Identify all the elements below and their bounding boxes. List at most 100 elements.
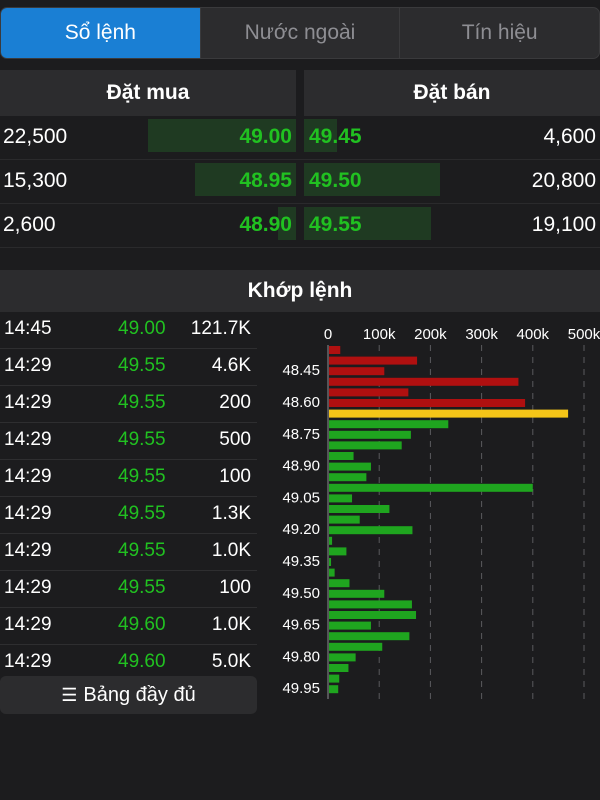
trade-row[interactable]: 14:29 49.55 1.0K — [0, 534, 257, 571]
ask-volume: 4,600 — [543, 125, 596, 148]
tab-signals[interactable]: Tín hiệu — [399, 8, 599, 58]
y-tick-label: 49.65 — [282, 617, 320, 634]
bid-price: 48.95 — [239, 169, 292, 192]
trade-row[interactable]: 14:29 49.55 1.3K — [0, 497, 257, 534]
tab-foreign[interactable]: Nước ngoài — [199, 8, 400, 58]
bid-volume: 2,600 — [3, 213, 56, 236]
trade-volume: 1.0K — [211, 540, 251, 561]
x-tick-label: 400k — [517, 326, 550, 343]
volume-bar — [329, 356, 418, 365]
volume-bar — [329, 536, 333, 545]
volume-bar — [329, 452, 354, 460]
y-tick-label: 49.80 — [282, 648, 320, 665]
list-icon: ☰ — [61, 684, 78, 705]
ask-cell[interactable]: 49.45 4,600 — [304, 116, 600, 158]
y-tick-label: 49.50 — [282, 585, 320, 602]
trade-list: 14:45 49.00 121.7K 14:29 49.55 4.6K 14:29 49.… — [0, 312, 257, 682]
trade-time: 14:29 — [4, 577, 52, 598]
volume-bar — [329, 462, 371, 471]
trade-volume: 500 — [219, 429, 251, 450]
y-tick-label: 49.95 — [282, 680, 320, 697]
full-table-label: Bảng đầy đủ — [83, 683, 196, 706]
y-tick-label: 49.05 — [282, 489, 320, 506]
volume-bar — [329, 346, 341, 354]
order-book-row: 22,500 49.00 49.45 4,600 — [0, 116, 600, 160]
bid-header: Đặt mua — [0, 70, 296, 116]
volume-bar — [329, 494, 353, 503]
volume-bar — [329, 621, 371, 630]
volume-bar — [329, 558, 332, 566]
trade-price: 49.55 — [118, 503, 166, 524]
bid-cell[interactable]: 2,600 48.90 — [0, 204, 296, 246]
bid-price: 48.90 — [239, 213, 292, 236]
volume-bar — [329, 568, 335, 577]
x-tick-label: 500k — [568, 326, 600, 343]
trade-price: 49.55 — [118, 355, 166, 376]
trade-price: 49.00 — [118, 318, 166, 339]
trade-row[interactable]: 14:29 49.55 200 — [0, 386, 257, 423]
volume-bar — [329, 589, 385, 598]
trade-row[interactable]: 14:29 49.55 100 — [0, 460, 257, 497]
trade-time: 14:45 — [4, 318, 52, 339]
trade-volume: 121.7K — [190, 318, 251, 339]
y-tick-label: 49.35 — [282, 553, 320, 570]
volume-bar — [329, 579, 350, 588]
ask-price: 49.50 — [309, 169, 362, 192]
volume-profile-chart: 0 100k 200k 300k 400k 500k 48.45 48.60 48.75 48.9… — [282, 326, 600, 699]
volume-bar — [329, 526, 413, 535]
trade-row[interactable]: 14:45 49.00 121.7K — [0, 312, 257, 349]
ask-price: 49.45 — [309, 125, 362, 148]
y-tick-label: 48.90 — [282, 458, 320, 475]
order-book-row: 15,300 48.95 49.50 20,800 — [0, 160, 600, 204]
trade-volume: 100 — [219, 466, 251, 487]
trade-row[interactable]: 14:29 49.55 500 — [0, 423, 257, 460]
ask-cell[interactable]: 49.55 19,100 — [304, 204, 600, 246]
volume-bar — [329, 664, 349, 672]
tab-bar: Sổ lệnh Nước ngoài Tín hiệu — [0, 7, 600, 59]
trade-row[interactable]: 14:29 49.55 100 — [0, 571, 257, 608]
matching-header: Khớp lệnh — [0, 270, 600, 312]
bid-cell[interactable]: 22,500 49.00 — [0, 116, 296, 158]
trade-price: 49.55 — [118, 540, 166, 561]
ask-price: 49.55 — [309, 213, 362, 236]
order-book: Đặt mua Đặt bán 22,500 49.00 49.45 4,600… — [0, 70, 600, 248]
ask-header: Đặt bán — [304, 70, 600, 116]
trade-price: 49.55 — [118, 392, 166, 413]
volume-bar — [329, 653, 356, 662]
trade-time: 14:29 — [4, 614, 52, 635]
trade-time: 14:29 — [4, 540, 52, 561]
ask-volume: 20,800 — [531, 169, 596, 192]
trade-price: 49.55 — [118, 429, 166, 450]
x-tick-label: 100k — [363, 326, 396, 343]
x-tick-label: 300k — [465, 326, 498, 343]
trade-volume: 1.3K — [211, 503, 251, 524]
trade-price: 49.55 — [118, 466, 166, 487]
x-tick-label: 200k — [414, 326, 447, 343]
volume-bar — [329, 600, 412, 609]
trade-time: 14:29 — [4, 429, 52, 450]
volume-bar — [329, 547, 347, 556]
y-tick-label: 49.20 — [282, 521, 320, 538]
y-tick-label: 48.60 — [282, 394, 320, 411]
volume-bar — [329, 483, 533, 492]
trade-volume: 1.0K — [211, 614, 251, 635]
trade-row[interactable]: 14:29 49.60 1.0K — [0, 608, 257, 645]
tab-order-book[interactable]: Sổ lệnh — [1, 8, 200, 58]
ask-cell[interactable]: 49.50 20,800 — [304, 160, 600, 202]
volume-bar — [329, 473, 367, 482]
full-table-button[interactable]: ☰ Bảng đầy đủ — [0, 676, 257, 714]
trade-row[interactable]: 14:29 49.55 4.6K — [0, 349, 257, 386]
trade-price: 49.55 — [118, 577, 166, 598]
y-tick-label: 48.45 — [282, 362, 320, 379]
volume-bar — [329, 388, 409, 397]
volume-bar — [329, 441, 402, 450]
volume-bar — [329, 632, 410, 641]
bid-volume: 15,300 — [3, 169, 68, 192]
volume-bar — [329, 611, 417, 619]
trade-volume: 100 — [219, 577, 251, 598]
bid-cell[interactable]: 15,300 48.95 — [0, 160, 296, 202]
trade-time: 14:29 — [4, 392, 52, 413]
trade-time: 14:29 — [4, 466, 52, 487]
trade-time: 14:29 — [4, 651, 52, 672]
trade-volume: 5.0K — [211, 651, 251, 672]
